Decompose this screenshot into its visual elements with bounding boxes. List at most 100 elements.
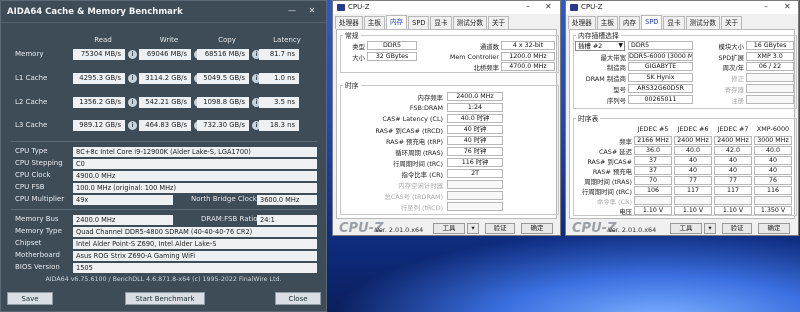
timing-label: 指令比率 (CR) [401, 171, 443, 179]
timing-value: 1.350 V [754, 206, 792, 215]
tab-4[interactable]: 显卡 [663, 16, 685, 29]
info-icon[interactable]: i [128, 121, 137, 130]
tools-button[interactable]: 工具 [670, 223, 702, 234]
bench-value-read: 989.12 GB/s [73, 120, 125, 131]
cpuz-app-icon [570, 4, 578, 11]
tab-1[interactable]: 主板 [596, 16, 618, 29]
timing-value: 116 [754, 186, 792, 195]
spd-ext-label: SPD扩展 [718, 54, 744, 62]
tab-2[interactable]: 内存 [618, 16, 641, 29]
bench-value-read: 1356.2 GB/s [73, 97, 125, 108]
bench-value-write: 69046 MB/s [139, 49, 191, 60]
tab-6[interactable]: 关于 [720, 16, 743, 29]
spd-panel: 内存插槽选择 插槽 #2 ▼ DDR5 最大带宽 DDR5-6000 (3000 … [569, 29, 797, 219]
ok-button[interactable]: 确定 [758, 223, 790, 234]
close-button[interactable]: Close [275, 292, 321, 305]
chipset-value: Intel Alder Point-S Z690, Intel Alder La… [73, 239, 317, 249]
cpuz-title: CPU-Z [348, 3, 370, 11]
cpuz-version: Ver. 2.01.0.x64 [608, 226, 657, 234]
close-icon[interactable]: ✕ [306, 6, 318, 16]
cpu-fsb-label: CPU FSB [15, 183, 45, 191]
timing-value: 40 [674, 166, 712, 175]
close-icon[interactable]: ✕ [545, 2, 552, 11]
timing-value: 40.0 [754, 146, 792, 155]
buffered-value [746, 95, 794, 104]
tab-0[interactable]: 处理器 [568, 16, 596, 29]
tab-3[interactable]: SPD [641, 15, 663, 29]
minimize-icon[interactable]: — [286, 6, 298, 16]
cpuz-footer: CPU-Z Ver. 2.01.0.x64 工具 ▾ 验证 确定 [566, 220, 798, 236]
tools-button[interactable]: 工具 [433, 223, 465, 234]
validate-button[interactable]: 验证 [722, 223, 752, 234]
close-icon[interactable]: ✕ [784, 2, 791, 11]
cpu-fsb-value: 100.0 MHz (original: 100 MHz) [73, 183, 317, 193]
cpuz-titlebar[interactable]: CPU-Z – ✕ [333, 1, 560, 14]
aida64-titlebar[interactable]: AIDA64 Cache & Memory Benchmark — ✕ [1, 1, 326, 23]
timing-value: 40 时钟 [447, 136, 503, 145]
cpuz-tabs: 处理器 主板 内存 SPD 显卡 测试分数 关于 [568, 15, 743, 29]
memory-type-value: Quad Channel DDR5-4800 SDRAM (40-40-40-7… [73, 227, 317, 237]
info-icon[interactable]: i [128, 74, 137, 83]
cpuz-tabs: 处理器 主板 内存 SPD 显卡 测试分数 关于 [335, 15, 510, 29]
bench-value-write: 3114.2 GB/s [139, 73, 191, 84]
timing-value: 40 时钟 [447, 125, 503, 134]
tools-dropdown-icon[interactable]: ▾ [704, 223, 716, 234]
cpu-type-value: 8C+8c Intel Core i9-12900K (Alder Lake-S… [73, 147, 317, 157]
memory-bus-value: 2400.0 MHz [73, 215, 173, 225]
nb-clock-label: North Bridge Clock [191, 195, 257, 203]
tab-3[interactable]: SPD [408, 16, 430, 29]
cpu-multiplier-label: CPU Multiplier [15, 195, 65, 203]
tab-1[interactable]: 主板 [363, 16, 385, 29]
bench-value-read: 4295.3 GB/s [73, 73, 125, 84]
timing-value: 37 [634, 166, 672, 175]
module-size-label: 模块大小 [718, 43, 744, 51]
chipset-label: Chipset [15, 239, 42, 247]
cpuz-titlebar[interactable]: CPU-Z – ✕ [566, 1, 798, 14]
start-benchmark-button[interactable]: Start Benchmark [125, 292, 205, 305]
ok-button[interactable]: 确定 [521, 223, 553, 234]
timing-value [634, 196, 672, 205]
timing-value: 40 [674, 156, 712, 165]
memory-type-label: Memory Type [15, 227, 62, 235]
timing-value: 106 [634, 186, 672, 195]
bios-label: BIOS Version [15, 263, 60, 271]
save-button[interactable]: Save [7, 292, 53, 305]
tab-2[interactable]: 内存 [385, 15, 408, 29]
correction-value [746, 73, 794, 82]
bench-value-copy: 732.30 GB/s [197, 120, 249, 131]
nb-freq-value: 4700.0 MHz [501, 62, 555, 71]
timing-label: 周期时间 (tRAS) [584, 178, 632, 186]
registered-value [746, 84, 794, 93]
column-write: Write [159, 36, 179, 44]
timing-value: 2400 MHz [714, 136, 752, 145]
timing-label: 行周期时间 (tRC) [581, 188, 632, 196]
bench-value-write: 464.83 GB/s [139, 120, 191, 131]
type-value: DDR5 [367, 41, 417, 50]
timing-value [447, 191, 503, 200]
dram-mfr-label: DRAM 制造商 [585, 75, 626, 83]
tab-5[interactable]: 测试分数 [452, 16, 487, 29]
tab-4[interactable]: 显卡 [430, 16, 452, 29]
timing-label: CAS# Latency (CL) [382, 115, 443, 123]
tools-dropdown-icon[interactable]: ▾ [467, 223, 479, 234]
minimize-icon[interactable]: – [764, 2, 768, 11]
slot-select[interactable]: 插槽 #2 ▼ [575, 41, 625, 51]
channels-label: 通道数 [479, 43, 499, 51]
bench-value-latency: 18.3 ns [259, 120, 299, 131]
channels-value: 4 x 32-bit [501, 41, 555, 50]
minimize-icon[interactable]: – [526, 2, 530, 11]
tab-6[interactable]: 关于 [487, 16, 510, 29]
timing-label: 电压 [619, 208, 632, 216]
manufacturer-value: GIGABYTE [628, 62, 693, 71]
tab-0[interactable]: 处理器 [335, 16, 363, 29]
validate-button[interactable]: 验证 [485, 223, 515, 234]
slot-title: 内存插槽选择 [576, 30, 621, 40]
motherboard-value: Asus ROG Strix Z690-A Gaming WiFi [73, 251, 317, 261]
info-icon[interactable]: i [128, 50, 137, 59]
timing-label: 频率 [619, 138, 632, 146]
info-icon[interactable]: i [128, 98, 137, 107]
nb-freq-label: 北桥频率 [473, 64, 499, 72]
timing-value: 2T [447, 169, 503, 178]
timing-value: 2166 MHz [634, 136, 672, 145]
tab-5[interactable]: 测试分数 [685, 16, 720, 29]
